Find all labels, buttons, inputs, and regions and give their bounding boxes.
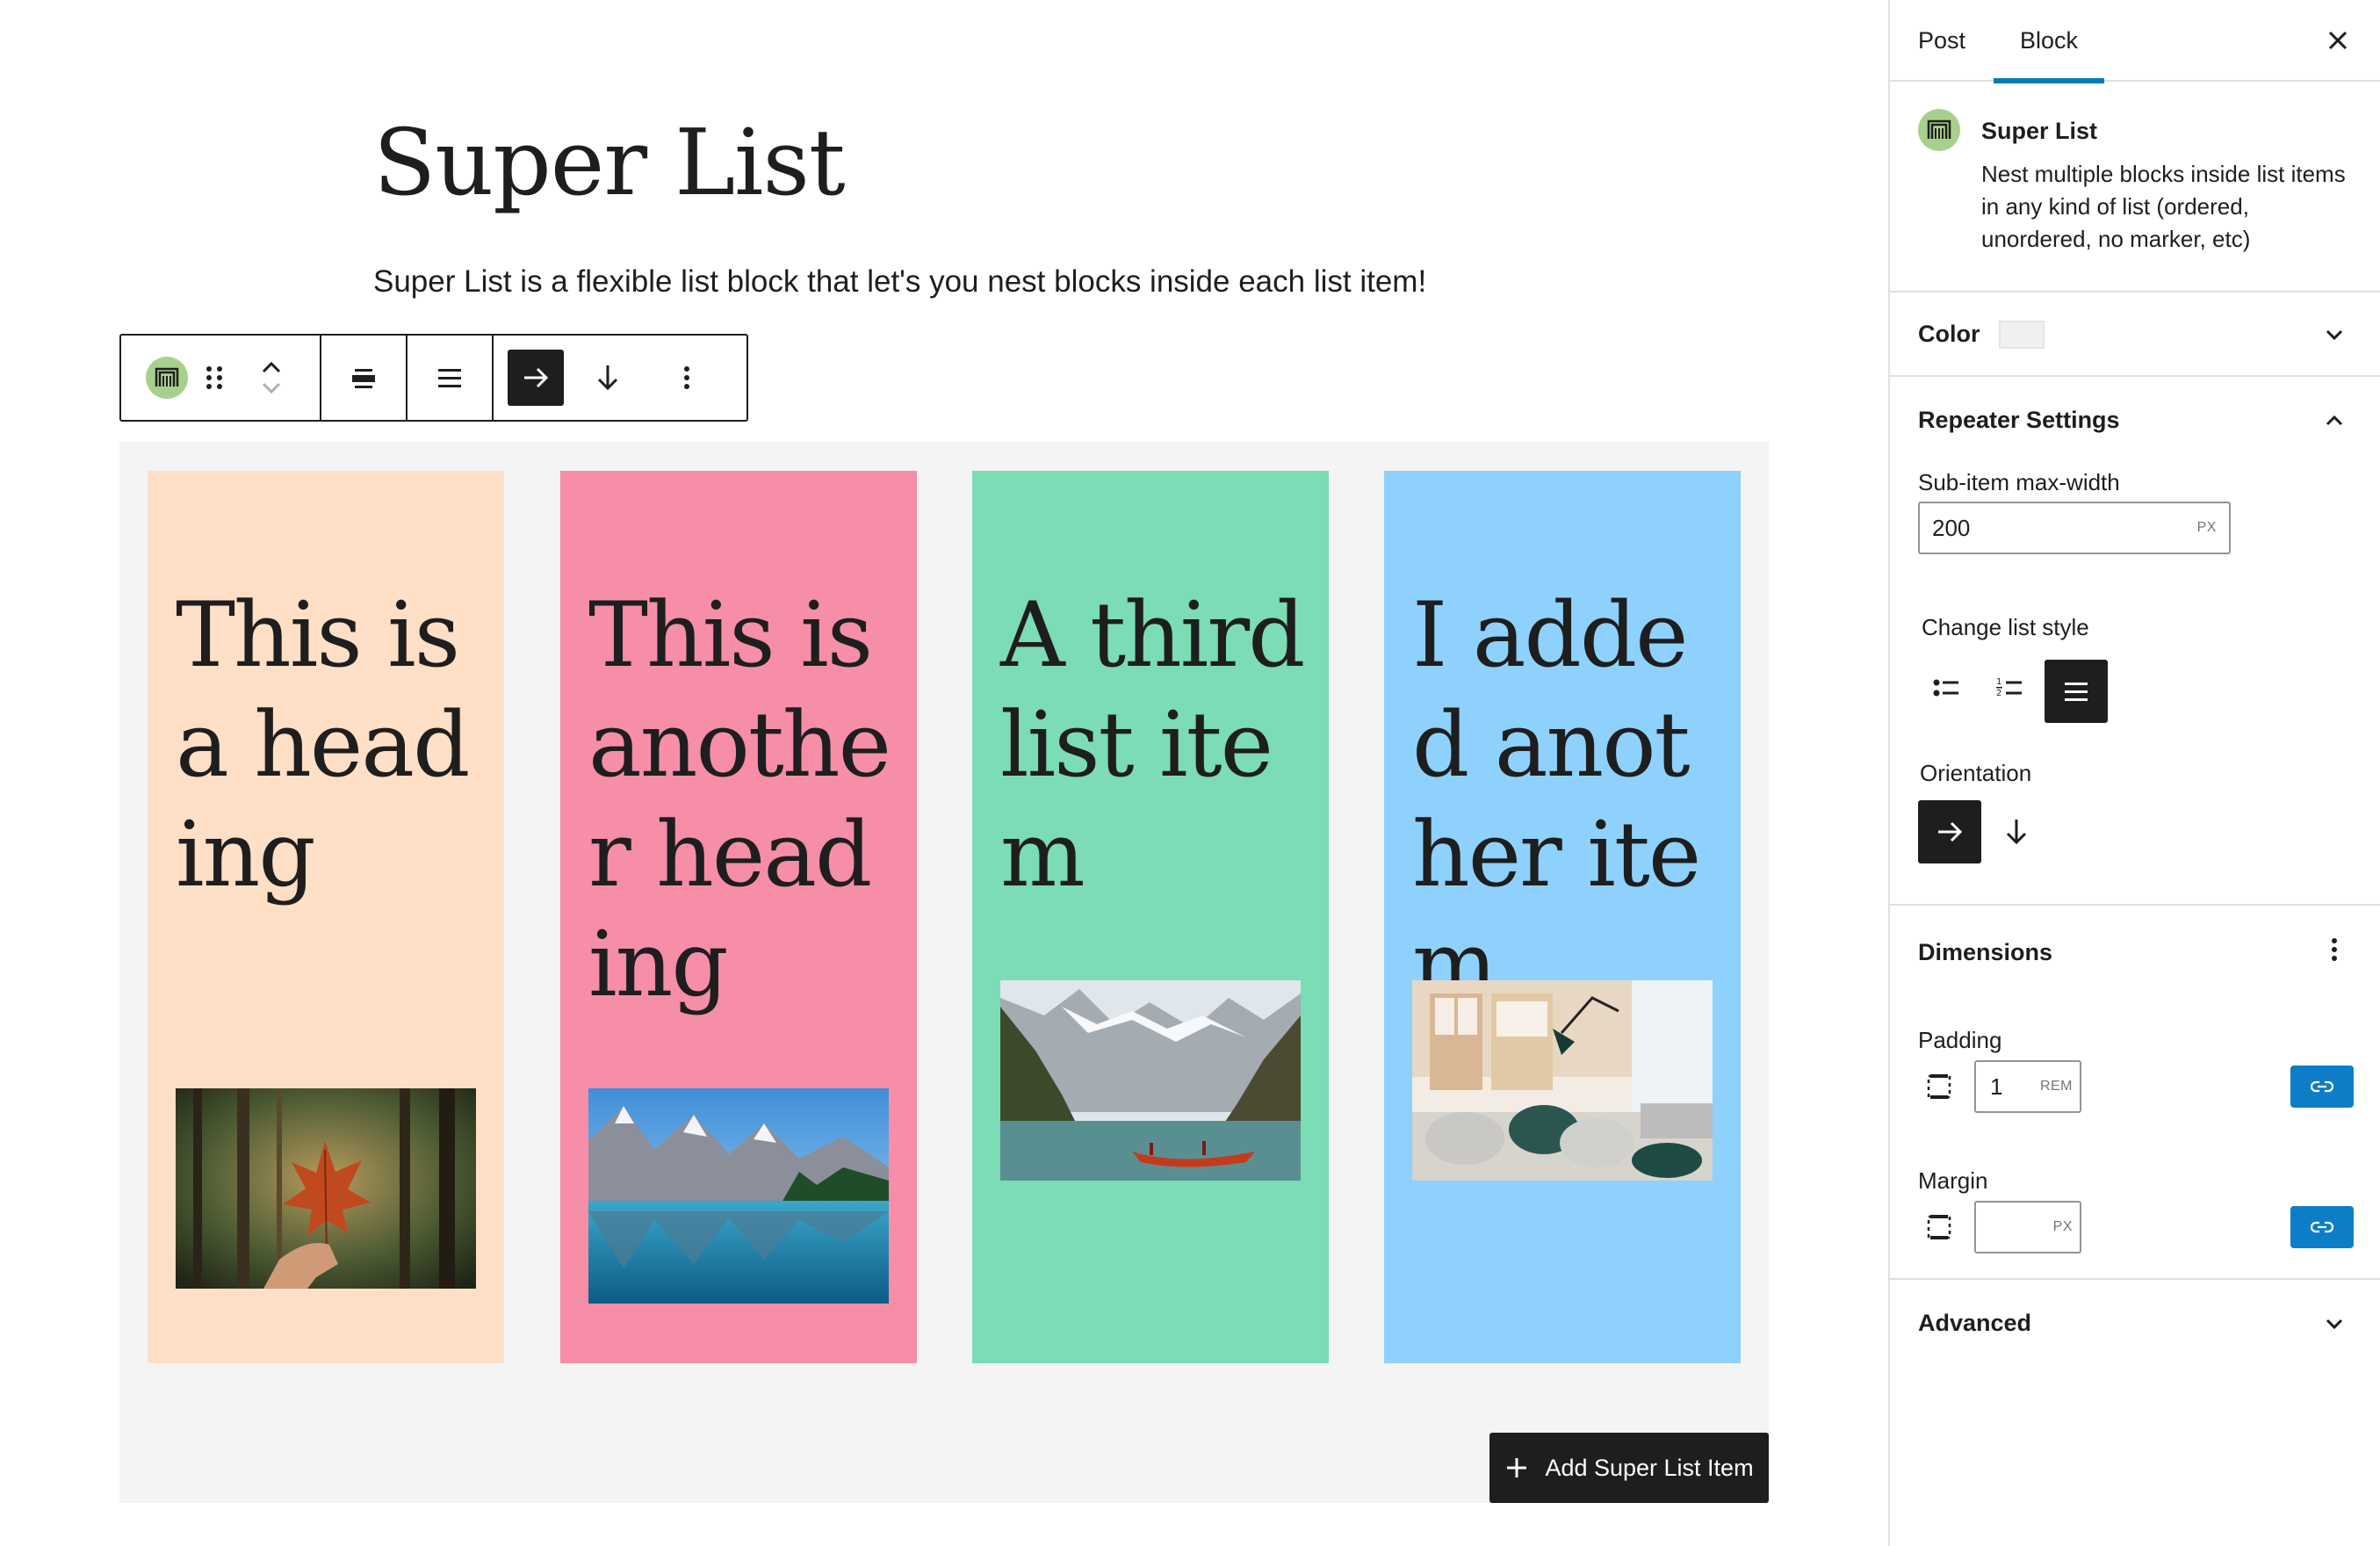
- list-item-image[interactable]: [1000, 980, 1301, 1181]
- color-swatch[interactable]: [1999, 321, 2045, 349]
- arrow-down-icon: [2006, 820, 2027, 845]
- advanced-title[interactable]: Advanced: [1918, 1310, 2031, 1337]
- orientation-vertical-button[interactable]: [567, 346, 648, 409]
- sub-item-max-width-unit[interactable]: PX: [2197, 520, 2217, 536]
- align-button[interactable]: [332, 346, 395, 409]
- interior-photo: [1412, 980, 1713, 1181]
- svg-text:2: 2: [1996, 689, 2001, 698]
- link-icon: [2310, 1221, 2334, 1233]
- dimensions-options-icon[interactable]: [2329, 934, 2340, 965]
- block-card-description: Nest multiple blocks inside list items i…: [1981, 161, 2346, 252]
- padding-label: Padding: [1918, 1027, 2002, 1053]
- dimensions-title: Dimensions: [1918, 939, 2053, 965]
- dimensions-panel: Dimensions Padding 1 REM Margin PX: [1890, 906, 2380, 1280]
- list-item-heading[interactable]: I added another item: [1412, 581, 1720, 1020]
- margin-input[interactable]: PX: [1974, 1201, 2081, 1253]
- editor-canvas: Super List Super List is a flexible list…: [0, 0, 1888, 1546]
- list-style-icon: [438, 369, 461, 387]
- mountain-lake-photo: [588, 1088, 889, 1304]
- drag-handle-icon: [206, 366, 222, 389]
- chevron-up-icon[interactable]: [2322, 408, 2347, 433]
- toolbar-group-align: [321, 336, 407, 420]
- super-list-block[interactable]: This is a heading This is another headin…: [119, 442, 1769, 1503]
- unordered-list-icon: [1933, 679, 1958, 697]
- more-options-icon: [684, 366, 689, 389]
- unordered-list-button[interactable]: [1918, 660, 1974, 716]
- super-list-icon: [146, 357, 188, 399]
- change-list-style-label: Change list style: [1922, 614, 2089, 640]
- more-options-button[interactable]: [652, 346, 722, 409]
- color-panel[interactable]: Color: [1890, 293, 2380, 377]
- list-item-image[interactable]: [588, 1088, 889, 1304]
- list-item-heading[interactable]: This is a heading: [176, 581, 483, 910]
- no-marker-list-icon: [2065, 683, 2088, 701]
- list-item-image[interactable]: [1412, 980, 1713, 1181]
- padding-unit[interactable]: REM: [2040, 1079, 2073, 1094]
- block-card-title: Super List: [1981, 118, 2098, 144]
- canoe-lake-photo: [1000, 980, 1301, 1181]
- ordered-list-icon: 1 2: [1996, 677, 2022, 698]
- padding-link-sides-button[interactable]: [2290, 1066, 2354, 1108]
- margin-link-sides-button[interactable]: [2290, 1206, 2354, 1248]
- block-type-button[interactable]: [137, 346, 197, 409]
- list-item-heading[interactable]: This is another heading: [588, 581, 896, 1020]
- chevron-down-icon[interactable]: [2322, 322, 2347, 347]
- arrow-right-icon: [524, 367, 549, 388]
- add-super-list-item-button[interactable]: Add Super List Item: [1489, 1433, 1769, 1503]
- move-down-icon[interactable]: [259, 378, 284, 399]
- repeater-settings-title[interactable]: Repeater Settings: [1918, 407, 2120, 434]
- color-panel-title[interactable]: Color: [1918, 321, 1980, 348]
- orientation-label: Orientation: [1920, 760, 2032, 786]
- svg-text:1: 1: [1996, 677, 2001, 687]
- margin-label: Margin: [1918, 1167, 1988, 1194]
- chevron-down-icon[interactable]: [2322, 1311, 2347, 1336]
- autumn-leaf-photo: [176, 1088, 476, 1289]
- plus-icon: [1507, 1458, 1527, 1477]
- post-intro-paragraph[interactable]: Super List is a flexible list block that…: [373, 260, 1426, 304]
- list-item[interactable]: This is a heading: [148, 471, 504, 1363]
- super-list-icon: [1918, 109, 1960, 151]
- list-item[interactable]: I added another item: [1384, 471, 1741, 1363]
- sub-item-max-width-input[interactable]: 200 PX: [1918, 502, 2231, 554]
- toolbar-group-orientation: [494, 336, 746, 420]
- move-up-icon[interactable]: [259, 357, 284, 378]
- align-icon: [352, 369, 375, 388]
- orientation-horizontal-button[interactable]: [508, 350, 564, 406]
- move-buttons: [232, 346, 311, 409]
- list-item[interactable]: This is another heading: [560, 471, 917, 1363]
- toolbar-group-block: [121, 336, 321, 420]
- arrow-right-icon: [1938, 821, 1963, 842]
- list-item-heading[interactable]: A third list item: [1000, 581, 1308, 910]
- sub-item-max-width-value: 200: [1932, 514, 1971, 541]
- toolbar-group-list-style: [407, 336, 494, 420]
- sub-item-max-width-label: Sub-item max-width: [1918, 469, 2120, 495]
- list-item[interactable]: A third list item: [972, 471, 1329, 1363]
- repeater-settings-panel: Repeater Settings Sub-item max-width 200…: [1890, 377, 2380, 906]
- no-marker-list-button[interactable]: [2045, 660, 2108, 723]
- orientation-horizontal-button[interactable]: [1918, 800, 1981, 863]
- padding-sides-icon[interactable]: [1923, 1071, 1955, 1102]
- padding-input[interactable]: 1 REM: [1974, 1060, 2081, 1113]
- ordered-list-button[interactable]: 1 2: [1981, 660, 2037, 716]
- block-toolbar: [119, 334, 748, 422]
- settings-sidebar: Post Block Super List Nest multiple bloc…: [1888, 0, 2380, 1546]
- list-item-image[interactable]: [176, 1088, 476, 1289]
- orientation-vertical-button[interactable]: [1988, 800, 2045, 863]
- list-style-button[interactable]: [418, 346, 481, 409]
- link-icon: [2310, 1080, 2334, 1093]
- margin-sides-icon[interactable]: [1923, 1211, 1955, 1243]
- post-title[interactable]: Super List: [373, 105, 846, 220]
- drag-handle-button[interactable]: [197, 346, 232, 409]
- padding-value: 1: [1990, 1073, 2003, 1100]
- add-super-list-item-label: Add Super List Item: [1545, 1454, 1754, 1481]
- advanced-panel[interactable]: Advanced: [1890, 1280, 2380, 1371]
- block-card: Super List Nest multiple blocks inside l…: [1890, 0, 2380, 293]
- margin-unit[interactable]: PX: [2053, 1219, 2073, 1235]
- arrow-down-icon: [597, 365, 618, 391]
